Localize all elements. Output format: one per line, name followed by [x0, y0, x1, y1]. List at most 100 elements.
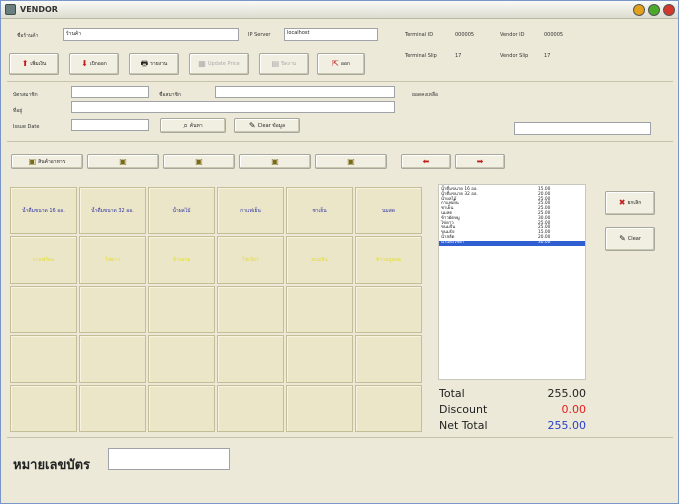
ip-input[interactable]: localhost — [284, 28, 378, 41]
product-button-empty[interactable] — [10, 384, 77, 432]
category-button[interactable]: ▣ — [163, 154, 235, 169]
arrow-left-icon: ⬅ — [422, 156, 430, 166]
app-icon — [5, 4, 16, 15]
terminal-id-value: 000005 — [455, 32, 475, 38]
shop-input[interactable]: ร้านค้า — [63, 28, 239, 41]
update-price-button[interactable]: ▦ Update Price — [189, 53, 249, 75]
member-name-label: ชื่อสมาชิก — [159, 92, 181, 98]
report-button[interactable]: 🖶 รายงาน — [129, 53, 179, 75]
vendor-window: VENDOR ชื่อร้านค้า ร้านค้า IP Server loc… — [0, 0, 679, 504]
product-button-empty[interactable] — [286, 384, 353, 432]
divider — [7, 81, 673, 82]
register-icon: ▤ — [271, 59, 280, 68]
category-button-food[interactable]: ▣ สินค้าอาหาร — [11, 154, 83, 169]
product-button-empty[interactable] — [286, 285, 353, 334]
prev-page-button[interactable]: ⬅ — [401, 154, 451, 169]
price-icon: ▦ — [198, 59, 206, 68]
product-button[interactable]: กาแฟร้อน — [10, 236, 77, 284]
arrow-down-icon: ⬇ — [81, 59, 88, 68]
category-button[interactable]: ▣ — [87, 154, 159, 169]
printer-icon: 🖶 — [140, 59, 149, 68]
product-button-empty[interactable] — [79, 285, 146, 334]
folder-icon: ▣ — [271, 156, 279, 166]
deposit-button[interactable]: ⬆ เพิ่มเงิน — [9, 53, 59, 75]
terminal-id-label: Terminal ID — [405, 32, 434, 38]
product-button[interactable]: ข้าวหมูทอด — [355, 236, 422, 284]
product-button[interactable]: ชาเย็น — [286, 187, 353, 235]
vendor-id-label: Vendor ID — [500, 32, 525, 38]
product-button[interactable]: น้ำดื่มขนาด 16 ออ. — [10, 187, 77, 235]
card-number-input[interactable] — [108, 448, 230, 470]
window-title: VENDOR — [20, 5, 58, 14]
ip-label: IP Server — [248, 32, 271, 38]
product-button[interactable]: น้ำผลไม้ — [148, 187, 215, 235]
product-button-empty[interactable] — [10, 285, 77, 334]
arrow-right-icon: ➡ — [476, 156, 484, 166]
eraser-icon: ✎ — [619, 234, 626, 243]
clear-order-button[interactable]: ✎ Clear — [605, 227, 655, 251]
product-button-empty[interactable] — [148, 285, 215, 334]
divider — [7, 141, 673, 142]
balance-label: ยอดคงเหลือ — [412, 92, 439, 98]
folder-icon: ▣ — [119, 156, 127, 166]
product-button[interactable]: ขนมจีน — [286, 236, 353, 284]
terminal-slip-label: Terminal Slip — [405, 53, 437, 59]
exit-button[interactable]: ⇱ ออก — [317, 53, 365, 75]
product-button[interactable]: น้ำดื่มขนาด 32 ออ. — [79, 187, 146, 235]
next-page-button[interactable]: ➡ — [455, 154, 505, 169]
product-button-empty[interactable] — [217, 384, 284, 432]
order-list[interactable]: น้ำดื่มขนาด 16 ออ. 15.00 น้ำดื่มขนาด 32 อ… — [438, 184, 586, 380]
withdraw-button[interactable]: ⬇ เบิกออก — [69, 53, 119, 75]
maximize-button[interactable] — [648, 4, 660, 16]
product-button-empty[interactable] — [148, 335, 215, 383]
folder-icon: ▣ — [195, 156, 203, 166]
divider — [7, 437, 673, 438]
address-label: ที่อยู่ — [13, 108, 23, 114]
issue-date-input[interactable] — [71, 119, 149, 131]
balance-input[interactable] — [514, 122, 651, 135]
eraser-icon: ✎ — [248, 120, 256, 130]
arrow-up-icon: ⬆ — [21, 59, 29, 68]
member-card-label: บัตรสมาชิก — [13, 92, 38, 98]
product-button-empty[interactable] — [10, 335, 77, 383]
product-button-empty[interactable] — [217, 335, 284, 383]
discount-value: 0.00 — [561, 403, 587, 416]
product-button[interactable]: ไข่ดาว — [79, 236, 146, 284]
product-button[interactable]: กาแฟเย็น — [217, 187, 284, 235]
close-shift-button[interactable]: ▤ ปิดงาน — [259, 53, 309, 75]
address-input[interactable] — [71, 101, 395, 113]
member-card-input[interactable] — [71, 86, 149, 98]
product-button-empty[interactable] — [79, 335, 146, 383]
product-grid: น้ำดื่มขนาด 16 ออ. น้ำดื่มขนาด 32 ออ. น้… — [10, 187, 422, 432]
close-button[interactable] — [663, 4, 675, 16]
product-button-empty[interactable] — [355, 384, 422, 432]
minimize-button[interactable] — [633, 4, 645, 16]
title-bar: VENDOR — [1, 1, 678, 19]
folder-icon: ▣ — [347, 156, 355, 166]
vendor-slip-value: 17 — [544, 53, 551, 59]
product-button-empty[interactable] — [286, 335, 353, 383]
product-button[interactable]: ข้าวสวย — [148, 236, 215, 284]
product-button-empty[interactable] — [355, 285, 422, 334]
product-button[interactable]: ไข่เจียว — [217, 236, 284, 284]
x-icon: ✖ — [618, 198, 626, 207]
product-button-empty[interactable] — [148, 384, 215, 432]
search-button[interactable]: ⌕ ค้นหา — [160, 118, 226, 133]
issue-date-label: Issue Date — [13, 124, 40, 130]
product-button-empty[interactable] — [79, 384, 146, 432]
clear-member-button[interactable]: ✎ Clear ข้อมูล — [234, 118, 300, 133]
total-value: 255.00 — [547, 387, 587, 400]
category-button[interactable]: ▣ — [239, 154, 311, 169]
cancel-item-button[interactable]: ✖ ยกเลิก — [605, 191, 655, 215]
list-item-selected[interactable]: น้ำแดงโซดา 30.00 — [439, 240, 585, 246]
member-name-input[interactable] — [215, 86, 395, 98]
product-button-empty[interactable] — [217, 285, 284, 334]
total-label: Total — [439, 387, 465, 400]
net-total-value: 255.00 — [547, 419, 587, 432]
folder-icon: ▣ — [28, 156, 37, 166]
category-button[interactable]: ▣ — [315, 154, 387, 169]
product-button[interactable]: นมสด — [355, 187, 422, 235]
net-total-label: Net Total — [439, 419, 488, 432]
terminal-slip-value: 17 — [455, 53, 462, 59]
product-button-empty[interactable] — [355, 335, 422, 383]
